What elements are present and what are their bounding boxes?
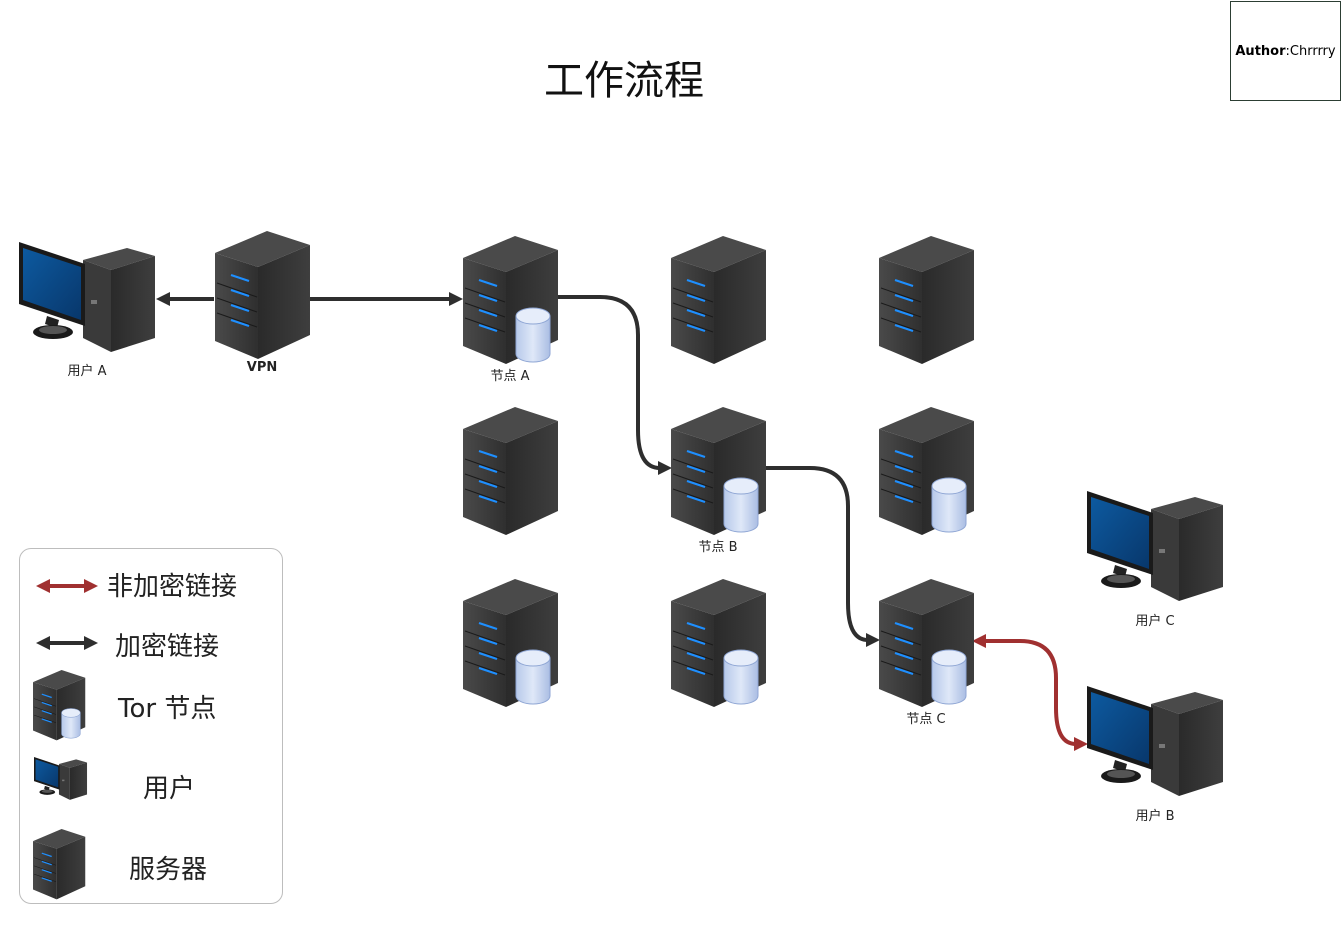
tor-node [877, 405, 976, 537]
legend-unencrypted-label: 非加密链接 [107, 572, 238, 602]
label-user-a: 用户 A [67, 364, 107, 379]
user-b-computer-icon [1087, 686, 1223, 796]
database-icon [723, 649, 759, 705]
author-box: Author:Chrrrry [1230, 1, 1341, 101]
link-node-b-to-node-c [765, 466, 869, 642]
database-icon [723, 477, 759, 533]
label-node-b: 节点 B [698, 540, 738, 555]
label-user-c: 用户 C [1135, 614, 1175, 629]
label-node-a: 节点 A [490, 369, 530, 384]
arrowhead-user-a [156, 292, 170, 306]
unencrypted-link [972, 634, 1088, 751]
arrowhead-node-c-side [972, 634, 986, 648]
arrowhead-user-b [1074, 737, 1088, 751]
link-node-c-to-user-b [984, 639, 1077, 746]
tor-node [461, 577, 560, 709]
vpn-server-icon [213, 229, 312, 361]
label-vpn: VPN [246, 360, 278, 375]
user-c-computer-icon [1087, 491, 1223, 601]
server-icon [461, 405, 560, 537]
server-icon [669, 234, 768, 366]
database-icon [931, 477, 967, 533]
author-value: :Chrrrry [1285, 43, 1336, 59]
legend-tor-node-label: Tor 节点 [118, 694, 217, 724]
legend-encrypted-label: 加密链接 [115, 632, 220, 662]
page-title: 工作流程 [544, 58, 704, 104]
label-node-c: 节点 C [906, 712, 946, 727]
tor-node [669, 577, 768, 709]
arrowhead-node-c [866, 633, 880, 647]
author-key: Author [1235, 43, 1286, 59]
database-icon [931, 649, 967, 705]
user-a-computer-icon [19, 242, 155, 352]
link-node-a-to-node-b [557, 295, 661, 470]
database-icon [515, 649, 551, 705]
legend-user-label: 用户 [143, 774, 196, 804]
node-c [877, 577, 976, 709]
node-b [669, 405, 768, 537]
label-user-b: 用户 B [1135, 809, 1175, 824]
arrowhead-node-b [658, 461, 672, 475]
legend-server-label: 服务器 [129, 855, 208, 885]
server-icon [877, 234, 976, 366]
node-a [461, 234, 560, 366]
database-icon [515, 307, 551, 363]
arrowhead-node-a [449, 292, 463, 306]
